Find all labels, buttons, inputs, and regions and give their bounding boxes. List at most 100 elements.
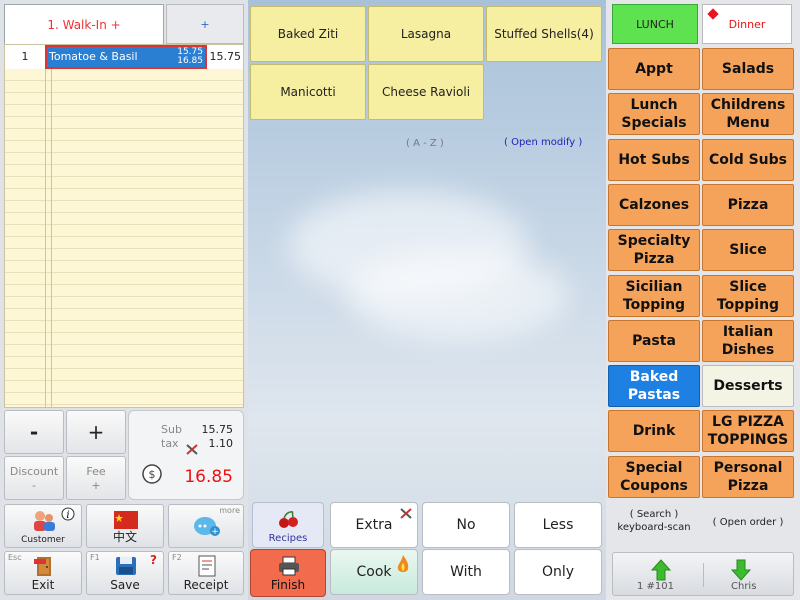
exit-door-icon	[34, 557, 51, 576]
svg-text:i: i	[66, 510, 69, 521]
category-sicilian-topping[interactable]: Sicilian Topping	[608, 274, 700, 317]
menu-tab-dinner[interactable]: Dinner	[702, 4, 792, 44]
save-button[interactable]: F1 ? Save	[86, 551, 164, 595]
finish-button[interactable]: Finish	[250, 549, 326, 597]
help-icon[interactable]: ?	[150, 553, 157, 567]
open-modify-link[interactable]: ( Open modify )	[504, 137, 582, 148]
item-baked-ziti[interactable]: Baked Ziti	[250, 6, 366, 62]
sort-az-label[interactable]: ( A - Z )	[406, 138, 444, 149]
modifier-cook-button[interactable]: Cook	[330, 549, 418, 595]
order-line-item[interactable]: Tomatoe & Basil 15.75 16.85	[45, 45, 207, 69]
discount-button[interactable]: Discount -	[4, 456, 64, 500]
increase-qty-button[interactable]: +	[66, 410, 126, 454]
order-line-qty: 1	[21, 50, 29, 63]
receipt-label: Receipt	[183, 578, 229, 592]
recipes-label: Recipes	[268, 533, 308, 544]
menu-tab-dinner-label: Dinner	[728, 18, 766, 31]
tax-tools-icon	[186, 444, 198, 455]
server-name: Chris	[731, 581, 757, 592]
modifier-only-button[interactable]: Only	[514, 549, 602, 595]
customer-button[interactable]: i Customer	[4, 504, 82, 548]
category-appt[interactable]: Appt	[608, 48, 700, 90]
category-salads[interactable]: Salads	[702, 48, 794, 90]
exit-shortcut: Esc	[8, 553, 22, 562]
svg-text:+: +	[211, 527, 219, 537]
arrow-down-icon[interactable]	[731, 559, 751, 581]
fee-label: Fee	[86, 465, 106, 478]
category-pasta[interactable]: Pasta	[608, 319, 700, 362]
order-nav-bar: 1 #101 Chris	[612, 552, 794, 596]
order-tab-walkin[interactable]: 1. Walk-In +	[4, 4, 164, 44]
discount-sign: -	[32, 479, 36, 492]
category-slice[interactable]: Slice	[702, 229, 794, 272]
modifier-cook-label: Cook	[356, 564, 392, 580]
category-childrens-menu[interactable]: Childrens Menu	[702, 93, 794, 136]
search-label: ( Search )	[629, 509, 679, 520]
order-line[interactable]: 1 Tomatoe & Basil 15.75 16.85 15.75	[5, 45, 243, 69]
modifier-with-button[interactable]: With	[422, 549, 510, 595]
more-button[interactable]: more +	[168, 504, 244, 548]
cloud-background	[348, 250, 568, 340]
cherries-icon	[279, 511, 298, 528]
order-ticket[interactable]: 1 Tomatoe & Basil 15.75 16.85 15.75	[4, 44, 244, 408]
search-button[interactable]: ( Search ) keyboard-scan	[608, 500, 700, 546]
discount-label: Discount	[9, 465, 59, 478]
recipes-button[interactable]: Recipes	[252, 502, 324, 548]
category-lunch-specials[interactable]: Lunch Specials	[608, 93, 700, 136]
save-label: Save	[110, 578, 140, 592]
info-icon[interactable]: i	[61, 507, 75, 521]
category-calzones[interactable]: Calzones	[608, 183, 700, 226]
subtotal-value: 15.75	[201, 423, 234, 436]
grand-total: 16.85	[184, 467, 233, 487]
order-line-name: Tomatoe & Basil	[49, 50, 138, 63]
category-slice-topping[interactable]: Slice Topping	[702, 274, 794, 317]
tax-value: 1.10	[208, 437, 234, 450]
order-number: 1 #101	[637, 581, 675, 592]
language-label: 中文	[112, 530, 137, 544]
modifier-extra-label: Extra	[355, 517, 393, 533]
chat-add-icon: +	[194, 517, 220, 537]
finish-label: Finish	[270, 578, 306, 592]
category-hot-subs[interactable]: Hot Subs	[608, 138, 700, 181]
category-cold-subs[interactable]: Cold Subs	[702, 138, 794, 181]
ribbon-icon	[707, 8, 719, 20]
ticket-margin-line	[51, 69, 52, 407]
open-order-button[interactable]: ( Open order )	[702, 500, 794, 546]
order-line-total: 15.75	[209, 50, 242, 63]
category-special-coupons[interactable]: Special Coupons	[608, 455, 700, 498]
arrow-up-icon[interactable]	[651, 559, 671, 581]
add-order-tab[interactable]: +	[166, 4, 244, 44]
cash-icon[interactable]: $	[141, 463, 163, 485]
item-lasagna[interactable]: Lasagna	[368, 6, 484, 62]
item-cheese-ravioli[interactable]: Cheese Ravioli	[368, 64, 484, 120]
customer-icon	[34, 511, 55, 531]
category-drink[interactable]: Drink	[608, 410, 700, 453]
decrease-qty-button[interactable]: -	[4, 410, 64, 454]
category-baked-pastas[interactable]: Baked Pastas	[608, 365, 700, 408]
modifier-less-button[interactable]: Less	[514, 502, 602, 548]
svg-text:$: $	[149, 468, 156, 481]
fee-button[interactable]: Fee +	[66, 456, 126, 500]
exit-button[interactable]: Esc Exit	[4, 551, 82, 595]
category-lg-pizza-toppings[interactable]: LG PIZZA TOPPINGS	[702, 410, 794, 453]
category-specialty-pizza[interactable]: Specialty Pizza	[608, 229, 700, 272]
tax-label: tax	[161, 437, 179, 450]
modifier-no-button[interactable]: No	[422, 502, 510, 548]
language-button[interactable]: 中文	[86, 504, 164, 548]
category-desserts[interactable]: Desserts	[702, 365, 794, 408]
save-shortcut: F1	[90, 553, 100, 562]
totals-box: Sub 15.75 tax 1.10 $ 16.85	[128, 410, 244, 500]
printer-icon	[279, 556, 299, 576]
receipt-shortcut: F2	[172, 553, 182, 562]
receipt-button[interactable]: F2 Receipt	[168, 551, 244, 595]
item-stuffed-shells[interactable]: Stuffed Shells(4)	[486, 6, 602, 62]
item-manicotti[interactable]: Manicotti	[250, 64, 366, 120]
tools-icon	[400, 508, 412, 519]
modifier-extra-button[interactable]: Extra	[330, 502, 418, 548]
divider	[703, 563, 704, 587]
menu-tab-lunch[interactable]: LUNCH	[612, 4, 698, 44]
category-pizza[interactable]: Pizza	[702, 183, 794, 226]
subtotal-label: Sub	[161, 423, 182, 436]
category-personal-pizza[interactable]: Personal Pizza	[702, 455, 794, 498]
category-italian-dishes[interactable]: Italian Dishes	[702, 319, 794, 362]
